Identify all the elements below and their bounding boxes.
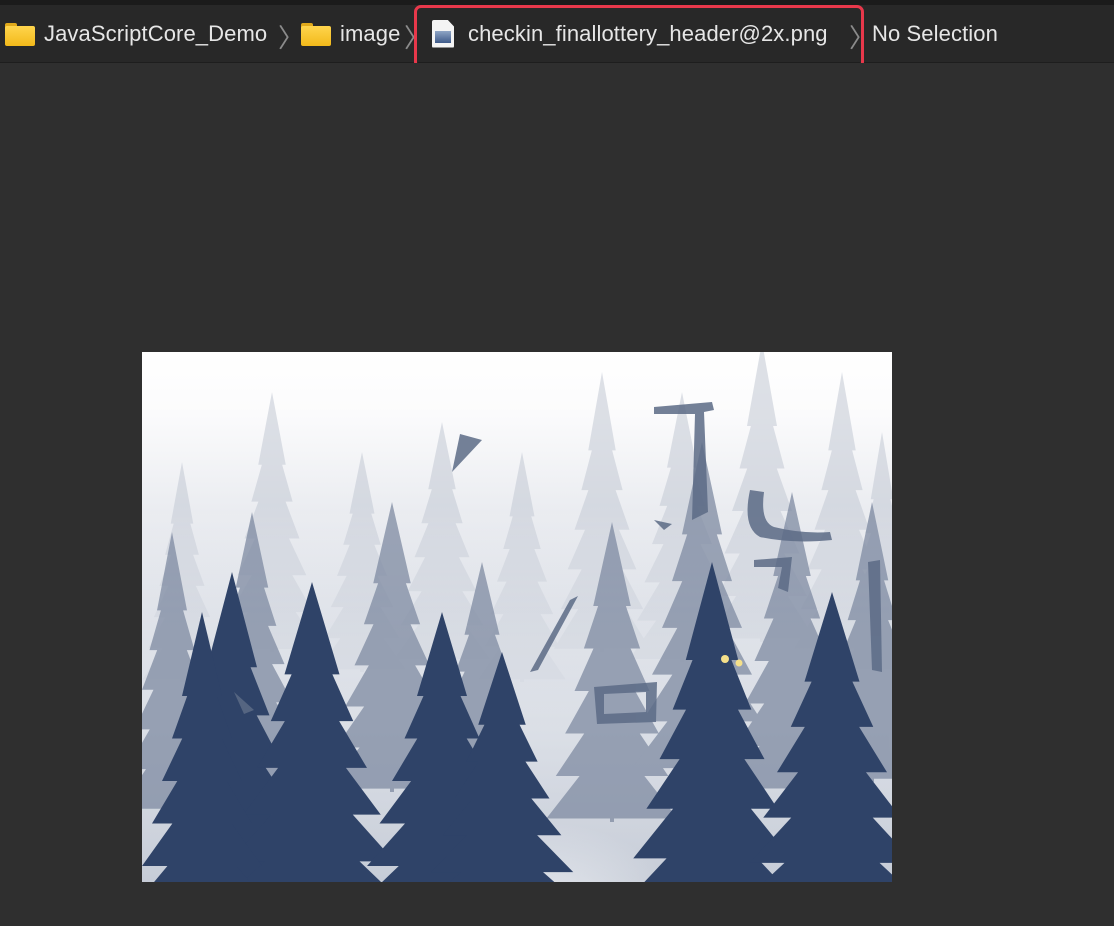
light-dot	[721, 655, 729, 663]
breadcrumb-file[interactable]: checkin_finallottery_header@2x.png	[432, 5, 828, 62]
breadcrumb-no-selection[interactable]: No Selection	[872, 5, 998, 62]
breadcrumb-file-label: checkin_finallottery_header@2x.png	[468, 20, 828, 46]
light-dot	[735, 659, 743, 667]
breadcrumb-folder-label: image	[340, 20, 401, 46]
breadcrumb-no-selection-label: No Selection	[872, 20, 998, 46]
forest-illustration	[142, 352, 892, 882]
png-file-icon	[432, 19, 454, 48]
breadcrumb-folder-image[interactable]: image	[300, 5, 400, 62]
image-preview	[142, 352, 892, 882]
folder-icon	[4, 22, 36, 46]
breadcrumb-project-label: JavaScriptCore_Demo	[44, 20, 268, 46]
jump-bar: JavaScriptCore_Demo 〉 image 〉 checkin_fi…	[0, 5, 1114, 63]
breadcrumb-separator: 〉	[404, 23, 431, 53]
breadcrumb-project[interactable]: JavaScriptCore_Demo	[4, 5, 267, 62]
folder-icon	[300, 22, 332, 46]
